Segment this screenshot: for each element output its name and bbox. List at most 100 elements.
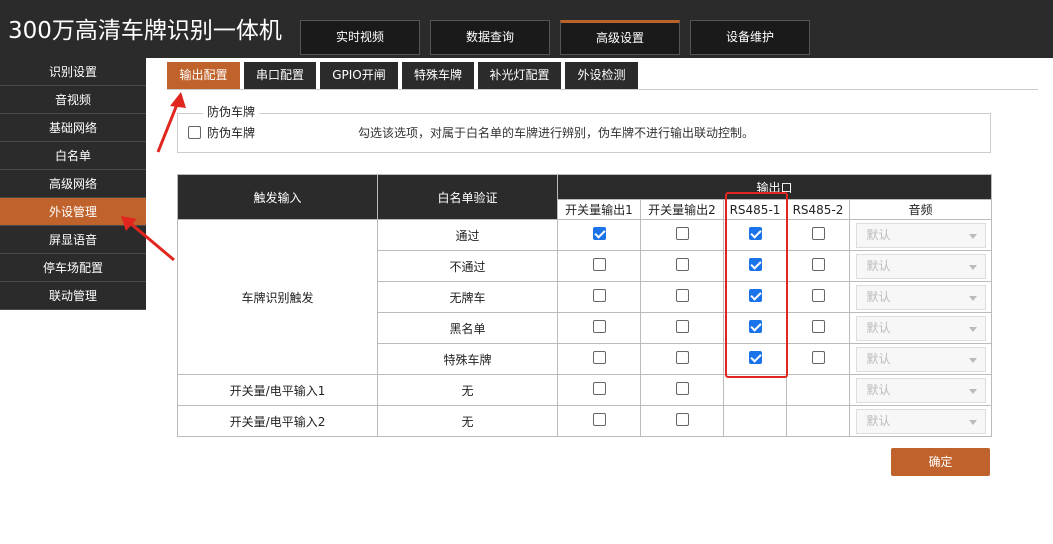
rs485-2-checkbox[interactable]: [811, 258, 825, 271]
switch-out-1-checkbox[interactable]: [592, 351, 606, 364]
switch-out-1-cell: [557, 250, 641, 282]
switch-out-1-cell: [557, 343, 641, 375]
tab-output-config[interactable]: 输出配置: [167, 62, 240, 89]
switch-out-2-cell: [640, 250, 724, 282]
rs485-1-empty-cell: [723, 405, 787, 437]
top-tab-live-video[interactable]: 实时视频: [300, 20, 420, 55]
sidebar-item-linkage[interactable]: 联动管理: [0, 282, 146, 310]
sidebar-item-audio-video[interactable]: 音视频: [0, 86, 146, 114]
rs485-2-cell: [786, 250, 850, 282]
chevron-down-icon: [968, 419, 977, 425]
switch-out-1-cell: [557, 312, 641, 344]
rs485-2-cell: [786, 219, 850, 251]
switch-out-1-checkbox[interactable]: [592, 227, 606, 240]
switch-out-2-checkbox[interactable]: [675, 320, 689, 333]
audio-select-value: 默认: [866, 289, 891, 304]
audio-cell: 默认: [848, 405, 993, 437]
anti-fake-checkbox[interactable]: [188, 126, 201, 139]
audio-select[interactable]: 默认: [855, 315, 986, 341]
whitelist-verify-cell: 通过: [377, 219, 558, 251]
sidebar-item-display-voice[interactable]: 屏显语音: [0, 226, 146, 254]
switch-out-1-checkbox[interactable]: [592, 320, 606, 333]
audio-cell: 默认: [848, 219, 993, 251]
app-root: 300万高清车牌识别一体机 实时视频 数据查询 高级设置 设备维护 识别设置 音…: [0, 0, 1053, 544]
switch-out-1-cell: [557, 374, 641, 406]
header-whitelist: 白名单验证: [377, 174, 558, 220]
whitelist-verify-cell: 特殊车牌: [377, 343, 558, 375]
tab-peripheral-check[interactable]: 外设检测: [565, 62, 638, 89]
plate-trigger-cell: 车牌识别触发: [177, 219, 378, 375]
sidebar-item-whitelist[interactable]: 白名单: [0, 142, 146, 170]
whitelist-verify-cell: 无牌车: [377, 281, 558, 313]
audio-cell: 默认: [848, 343, 993, 375]
chevron-down-icon: [968, 264, 977, 270]
top-tab-advanced-settings[interactable]: 高级设置: [560, 20, 680, 55]
tab-gpio-gate[interactable]: GPIO开闸: [320, 62, 398, 89]
audio-cell: 默认: [848, 281, 993, 313]
col-switch-out-2: 开关量输出2: [640, 199, 724, 220]
whitelist-verify-cell: 不通过: [377, 250, 558, 282]
sidebar-item-basic-network[interactable]: 基础网络: [0, 114, 146, 142]
switch-out-1-cell: [557, 219, 641, 251]
rs485-2-checkbox[interactable]: [811, 351, 825, 364]
table-row: 车牌识别触发 通过 默认: [177, 219, 993, 375]
switch-out-1-checkbox[interactable]: [592, 382, 606, 395]
sidebar-item-peripheral[interactable]: 外设管理: [0, 198, 146, 226]
audio-cell: 默认: [848, 374, 993, 406]
confirm-button[interactable]: 确定: [891, 448, 990, 476]
switch-out-2-checkbox[interactable]: [675, 289, 689, 302]
rs485-2-checkbox[interactable]: [811, 320, 825, 333]
chevron-down-icon: [968, 233, 977, 239]
rs485-2-cell: [786, 312, 850, 344]
rs485-2-cell: [786, 343, 850, 375]
audio-select[interactable]: 默认: [855, 222, 986, 248]
audio-select-value: 默认: [866, 320, 891, 335]
audio-select-value: 默认: [866, 258, 891, 273]
rs485-2-checkbox[interactable]: [811, 227, 825, 240]
whitelist-verify-cell: 无: [377, 374, 558, 406]
app-title: 300万高清车牌识别一体机: [8, 18, 282, 44]
switch-out-2-checkbox[interactable]: [675, 258, 689, 271]
tab-special-plate[interactable]: 特殊车牌: [402, 62, 474, 89]
audio-select[interactable]: 默认: [855, 253, 986, 279]
switch-out-2-checkbox[interactable]: [675, 227, 689, 240]
audio-select[interactable]: 默认: [855, 408, 986, 434]
switch-out-1-checkbox[interactable]: [592, 413, 606, 426]
chevron-down-icon: [968, 326, 977, 332]
header-bar: 300万高清车牌识别一体机 实时视频 数据查询 高级设置 设备维护: [0, 0, 1053, 58]
switch-out-2-cell: [640, 374, 724, 406]
audio-select-value: 默认: [866, 227, 891, 242]
chevron-down-icon: [968, 295, 977, 301]
tab-serial-config[interactable]: 串口配置: [244, 62, 316, 89]
io-trigger-cell: 开关量/电平输入1: [177, 374, 378, 406]
audio-cell: 默认: [848, 312, 993, 344]
col-audio: 音频: [848, 199, 993, 220]
audio-select[interactable]: 默认: [855, 284, 986, 310]
io-trigger-cell: 开关量/电平输入2: [177, 405, 378, 437]
sidebar-item-parking[interactable]: 停车场配置: [0, 254, 146, 282]
switch-out-2-cell: [640, 343, 724, 375]
rs485-2-cell: [786, 281, 850, 313]
audio-select-value: 默认: [866, 351, 891, 366]
switch-out-2-checkbox[interactable]: [675, 351, 689, 364]
switch-out-2-checkbox[interactable]: [675, 382, 689, 395]
chevron-down-icon: [968, 388, 977, 394]
rs485-2-empty-cell: [786, 374, 850, 406]
table-row: 开关量/电平输入2 无 默认: [177, 405, 993, 437]
top-tab-device-maintenance[interactable]: 设备维护: [690, 20, 810, 55]
sidebar-item-advanced-network[interactable]: 高级网络: [0, 170, 146, 198]
audio-select[interactable]: 默认: [855, 346, 986, 372]
switch-out-2-cell: [640, 312, 724, 344]
tab-fill-light[interactable]: 补光灯配置: [478, 62, 561, 89]
switch-out-2-checkbox[interactable]: [675, 413, 689, 426]
audio-select-value: 默认: [866, 413, 891, 428]
audio-select[interactable]: 默认: [855, 377, 986, 403]
top-tab-data-query[interactable]: 数据查询: [430, 20, 550, 55]
rs485-1-highlight-box: [725, 192, 788, 378]
sidebar-item-recognition[interactable]: 识别设置: [0, 58, 146, 86]
anti-fake-legend: 防伪车牌: [203, 103, 260, 120]
switch-out-2-cell: [640, 219, 724, 251]
switch-out-1-checkbox[interactable]: [592, 258, 606, 271]
switch-out-1-checkbox[interactable]: [592, 289, 606, 302]
rs485-2-checkbox[interactable]: [811, 289, 825, 302]
